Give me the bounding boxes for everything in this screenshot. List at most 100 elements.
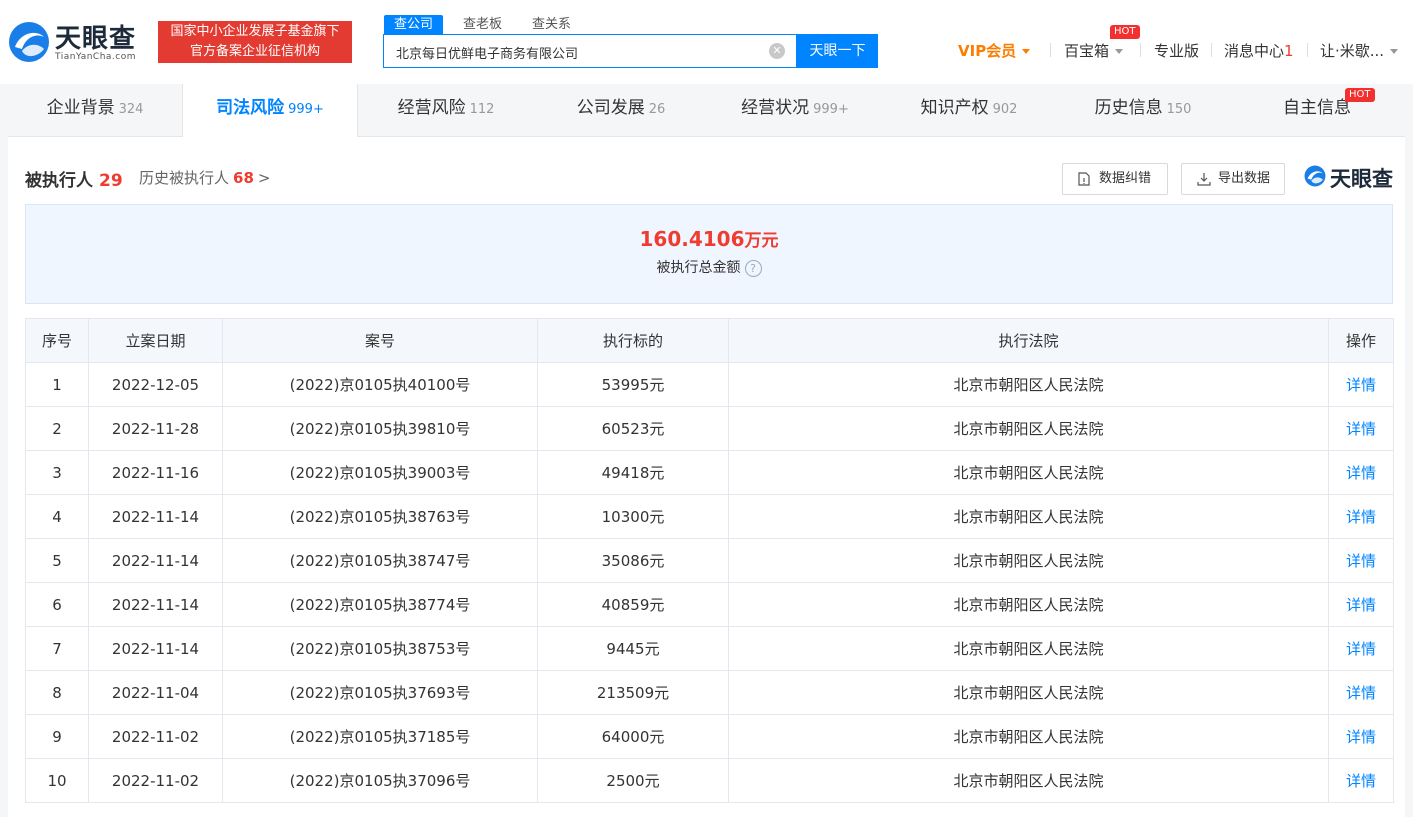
- column-header-court: 执行法院: [728, 318, 1329, 363]
- court-name: 北京市朝阳区人民法院: [728, 406, 1329, 451]
- table-row: 3 2022-11-16 (2022)京0105执39003号 49418元 北京市朝阳…: [25, 450, 1394, 495]
- filing-date: 2022-11-14: [88, 494, 223, 539]
- details-link[interactable]: 详情: [1328, 714, 1394, 759]
- table-row: 4 2022-11-14 (2022)京0105执38763号 10300元 北京市朝阳…: [25, 494, 1394, 539]
- execution-amount: 35086元: [537, 538, 729, 583]
- vip-label: VIP会员: [958, 42, 1017, 60]
- search-box: ✕: [383, 34, 797, 69]
- toolbox-menu[interactable]: 百宝箱: [1064, 40, 1124, 61]
- tab-judicial-risk[interactable]: 司法风险 999+: [182, 84, 358, 137]
- divider: [1307, 43, 1308, 57]
- chevron-down-icon: [1390, 49, 1399, 54]
- details-link[interactable]: 详情: [1328, 538, 1394, 583]
- details-link[interactable]: 详情: [1328, 450, 1394, 495]
- row-index: 4: [25, 494, 89, 539]
- tab-label: 企业背景: [46, 98, 115, 118]
- help-icon[interactable]: ?: [744, 259, 762, 277]
- table-row: 2 2022-11-28 (2022)京0105执39810号 60523元 北京市朝阳…: [25, 406, 1394, 451]
- tab-label: 司法风险: [216, 98, 285, 118]
- details-link[interactable]: 详情: [1328, 582, 1394, 627]
- details-link[interactable]: 详情: [1328, 758, 1394, 803]
- total-amount-unit: 万元: [744, 231, 779, 251]
- tab-intellectual-property[interactable]: 知识产权 902: [882, 84, 1056, 137]
- user-menu[interactable]: 让·米歇...: [1320, 40, 1399, 61]
- filing-date: 2022-11-16: [88, 450, 223, 495]
- chevron-right-icon: >: [257, 169, 271, 187]
- row-index: 2: [25, 406, 89, 451]
- user-name: 让·米歇...: [1320, 42, 1385, 60]
- tab-label: 公司发展: [576, 98, 645, 118]
- history-executed-link[interactable]: 历史被执行人 68 >: [139, 167, 270, 188]
- filing-date: 2022-11-02: [88, 714, 223, 759]
- data-correction-button[interactable]: 数据纠错: [1062, 163, 1168, 195]
- export-data-button[interactable]: 导出数据: [1181, 163, 1285, 195]
- execution-amount: 64000元: [537, 714, 729, 759]
- tab-search-relation[interactable]: 查关系: [522, 15, 581, 34]
- tab-label: 自主信息: [1283, 98, 1351, 118]
- case-number: (2022)京0105执38774号: [222, 582, 538, 627]
- case-number: (2022)京0105执40100号: [222, 362, 538, 407]
- search-button[interactable]: 天眼一下: [797, 34, 878, 68]
- message-center-link[interactable]: 消息中心1: [1224, 40, 1294, 61]
- column-header-filing-date: 立案日期: [88, 318, 223, 363]
- court-name: 北京市朝阳区人民法院: [728, 670, 1329, 715]
- tab-operation-risk[interactable]: 经营风险 112: [358, 84, 534, 137]
- court-name: 北京市朝阳区人民法院: [728, 714, 1329, 759]
- gov-badge: 国家中小企业发展子基金旗下 官方备案企业征信机构: [158, 21, 352, 63]
- tab-label: 经营风险: [397, 98, 466, 118]
- pro-version-link[interactable]: 专业版: [1154, 40, 1199, 61]
- row-index: 5: [25, 538, 89, 583]
- table-row: 5 2022-11-14 (2022)京0105执38747号 35086元 北京市朝阳…: [25, 538, 1394, 583]
- tab-self-info[interactable]: 自主信息: [1230, 84, 1404, 137]
- case-number: (2022)京0105执39810号: [222, 406, 538, 451]
- tianyancha-logo-icon: [1304, 165, 1326, 187]
- case-number: (2022)京0105执39003号: [222, 450, 538, 495]
- court-name: 北京市朝阳区人民法院: [728, 626, 1329, 671]
- tab-search-boss[interactable]: 查老板: [453, 15, 512, 34]
- filing-date: 2022-11-14: [88, 538, 223, 583]
- tab-company-background[interactable]: 企业背景 324: [8, 84, 182, 137]
- tab-history-info[interactable]: 历史信息 150: [1056, 84, 1230, 137]
- search-type-tabs: 查公司 查老板 查关系: [384, 15, 581, 35]
- tab-count: 150: [1166, 102, 1192, 117]
- details-link[interactable]: 详情: [1328, 670, 1394, 715]
- tab-label: 历史信息: [1094, 98, 1163, 118]
- main-content: 被执行人 29 历史被执行人 68 > 数据纠错 导出数据 天眼查 160.4106万…: [8, 137, 1405, 817]
- data-correction-label: 数据纠错: [1099, 171, 1152, 186]
- gov-badge-line-2: 官方备案企业征信机构: [189, 44, 320, 59]
- details-link[interactable]: 详情: [1328, 626, 1394, 671]
- history-label: 历史被执行人: [139, 169, 230, 187]
- search-input[interactable]: [394, 35, 768, 69]
- details-link[interactable]: 详情: [1328, 362, 1394, 407]
- tab-search-company[interactable]: 查公司: [384, 15, 444, 34]
- logo-text[interactable]: 天眼查: [55, 18, 136, 55]
- tab-company-development[interactable]: 公司发展 26: [534, 84, 708, 137]
- execution-amount: 2500元: [537, 758, 729, 803]
- brand-text: 天眼查: [1330, 167, 1393, 191]
- table-row: 8 2022-11-04 (2022)京0105执37693号 213509元 北京市朝…: [25, 670, 1394, 715]
- export-data-label: 导出数据: [1218, 171, 1271, 186]
- message-center-label: 消息中心: [1224, 42, 1285, 60]
- gov-badge-line-1: 国家中小企业发展子基金旗下: [170, 24, 340, 39]
- filing-date: 2022-11-02: [88, 758, 223, 803]
- court-name: 北京市朝阳区人民法院: [728, 494, 1329, 539]
- vip-member-link[interactable]: VIP会员: [958, 40, 1031, 61]
- tab-operation-status[interactable]: 经营状况 999+: [708, 84, 882, 137]
- tab-count: 324: [118, 102, 144, 117]
- message-count: 1: [1284, 42, 1294, 60]
- hot-badge: HOT: [1110, 25, 1140, 39]
- column-header-case-number: 案号: [222, 318, 538, 363]
- divider: [1211, 43, 1212, 57]
- column-header-index: 序号: [25, 318, 89, 363]
- row-index: 3: [25, 450, 89, 495]
- case-number: (2022)京0105执37185号: [222, 714, 538, 759]
- section-title: 被执行人 29: [25, 166, 123, 191]
- hot-badge: HOT: [1345, 88, 1375, 102]
- clear-icon[interactable]: ✕: [769, 43, 785, 59]
- details-link[interactable]: 详情: [1328, 406, 1394, 451]
- row-index: 6: [25, 582, 89, 627]
- tab-count: 999+: [813, 102, 849, 117]
- tianyancha-logo-icon[interactable]: [8, 21, 50, 63]
- details-link[interactable]: 详情: [1328, 494, 1394, 539]
- table-row: 10 2022-11-02 (2022)京0105执37096号 2500元 北京市朝阳…: [25, 758, 1394, 803]
